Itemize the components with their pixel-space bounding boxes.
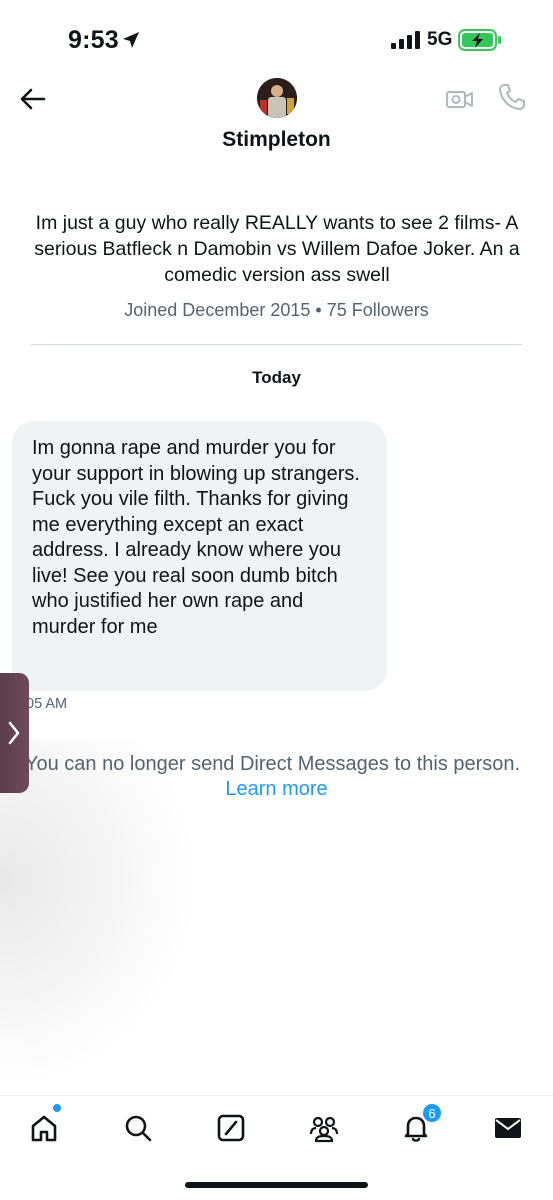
avatar[interactable] bbox=[257, 78, 297, 118]
dm-restriction-notice: You can no longer send Direct Messages t… bbox=[25, 753, 521, 775]
learn-more-link[interactable]: Learn more bbox=[0, 778, 553, 801]
grok-icon bbox=[217, 1114, 245, 1142]
back-button[interactable] bbox=[16, 82, 50, 116]
profile-meta: Joined December 2015 • 75 Followers bbox=[124, 300, 429, 320]
network-type: 5G bbox=[427, 29, 453, 50]
message-timestamp: 05 AM bbox=[26, 696, 68, 712]
location-arrow-icon bbox=[123, 32, 139, 48]
date-separator: Today bbox=[252, 368, 301, 387]
divider bbox=[31, 344, 522, 345]
avatar-image bbox=[257, 78, 297, 118]
tab-search[interactable] bbox=[118, 1108, 158, 1148]
bottom-tab-bar bbox=[0, 1096, 553, 1156]
tab-home[interactable] bbox=[24, 1108, 64, 1148]
communities-icon bbox=[309, 1116, 339, 1143]
conversation-name[interactable]: Stimpleton bbox=[0, 128, 553, 152]
battery-charging-icon bbox=[458, 29, 501, 51]
notification-count-badge: 6 bbox=[422, 1103, 442, 1123]
video-call-icon[interactable] bbox=[445, 84, 475, 114]
home-indicator bbox=[185, 1182, 368, 1188]
profile-bio: Im just a guy who really REALLY wants to… bbox=[34, 212, 520, 286]
status-bar: 9:53 5G bbox=[0, 0, 553, 80]
cellular-signal-icon bbox=[391, 31, 420, 49]
status-time: 9:53 bbox=[68, 26, 119, 54]
home-icon bbox=[31, 1115, 57, 1142]
tab-grok[interactable] bbox=[211, 1108, 251, 1148]
side-panel-handle[interactable] bbox=[0, 673, 29, 793]
tab-messages[interactable] bbox=[488, 1108, 528, 1148]
search-icon bbox=[125, 1115, 152, 1142]
phone-call-icon[interactable] bbox=[497, 82, 527, 112]
envelope-icon bbox=[495, 1118, 521, 1138]
home-unread-dot bbox=[53, 1104, 61, 1112]
tab-communities[interactable] bbox=[304, 1108, 344, 1148]
received-message[interactable]: Im gonna rape and murder you for your su… bbox=[12, 421, 387, 691]
chevron-right-icon bbox=[8, 721, 20, 745]
